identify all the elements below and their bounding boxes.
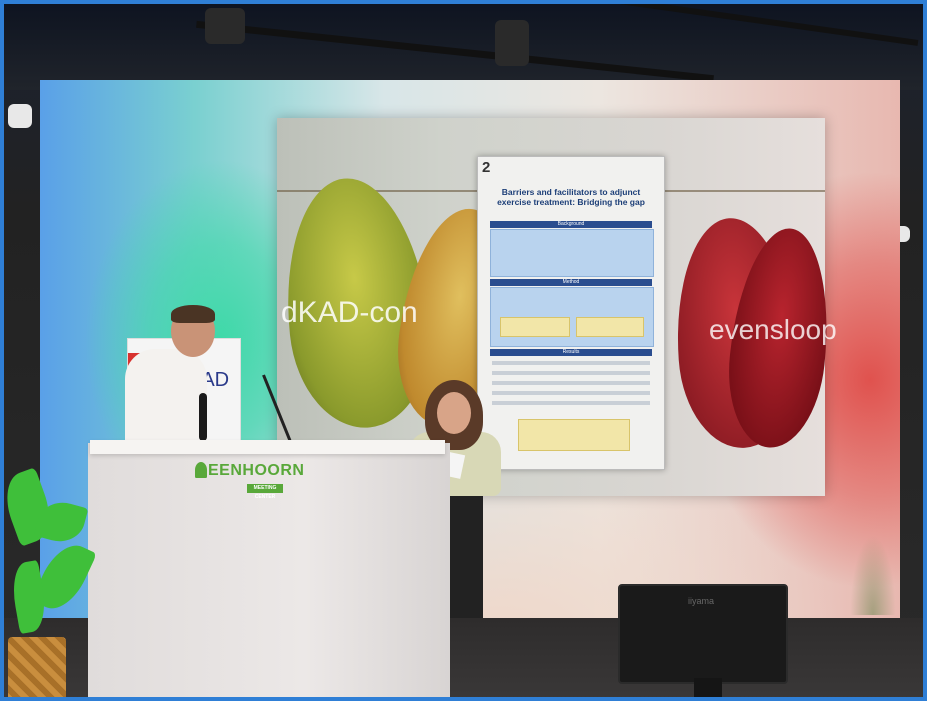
poster-conclusion-box	[518, 419, 630, 451]
stage-photo: dKAD-con evensloop 2 Barriers and facili…	[0, 0, 927, 701]
presenter-man-hair	[171, 305, 215, 323]
poster-section-label: Results	[562, 349, 580, 355]
unicorn-logo-icon	[195, 462, 207, 478]
handheld-mic	[199, 393, 207, 441]
monitor-brand: iiyama	[688, 596, 715, 606]
podium	[88, 443, 450, 701]
poster-number: 2	[482, 159, 491, 176]
poster-section-bar: Results	[490, 349, 652, 356]
poster-row	[492, 391, 650, 395]
screen-left-text: dKAD-con	[281, 296, 418, 329]
poster-row	[492, 381, 650, 385]
podium-logo-subtitle: MEETING CENTER	[247, 484, 283, 500]
poster-highlight	[576, 317, 644, 337]
stage-spotlight-2	[495, 20, 529, 66]
poster-row	[492, 361, 650, 365]
security-camera	[8, 104, 32, 128]
wicker-pot	[8, 637, 66, 701]
poster-slide: 2 Barriers and facilitators to adjunct e…	[477, 156, 665, 470]
poster-section-label: Background	[557, 221, 585, 227]
podium-logo-text: EENHOORN	[208, 462, 305, 479]
poster-title: Barriers and facilitators to adjunct exe…	[497, 187, 645, 208]
podium-top	[90, 440, 445, 454]
poster-row	[492, 371, 650, 375]
presenter-woman-face	[437, 392, 471, 434]
presenter-man	[125, 305, 220, 459]
ceiling	[0, 0, 927, 90]
potted-plant	[0, 462, 97, 637]
screen-right-text: evensloop	[709, 314, 837, 345]
poster-row	[492, 401, 650, 405]
stage-spotlight	[205, 8, 245, 44]
poster-section-bar: Background	[490, 221, 652, 228]
poster-background-block	[490, 229, 654, 277]
poster-highlight	[500, 317, 570, 337]
poster-section-label: Method	[562, 279, 580, 285]
poster-section-bar: Method	[490, 279, 652, 286]
background-plant	[850, 535, 896, 615]
monitor-stand	[694, 678, 722, 701]
